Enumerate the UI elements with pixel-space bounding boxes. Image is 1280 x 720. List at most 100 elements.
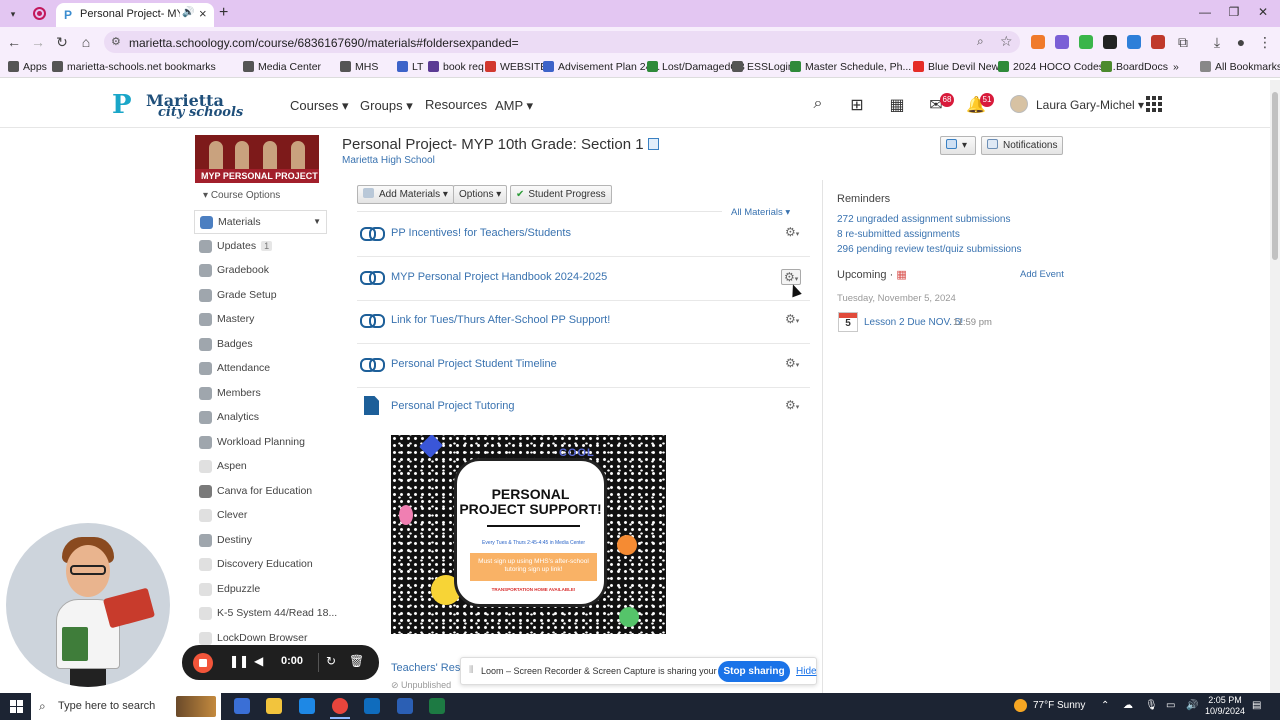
chevron-down-icon[interactable]: ▼ bbox=[313, 217, 321, 226]
back-icon[interactable]: ← bbox=[6, 34, 22, 50]
material-row[interactable]: PP Incentives! for Teachers/Students ⚙▾ bbox=[357, 213, 810, 257]
add-event-link[interactable]: Add Event bbox=[1020, 269, 1064, 280]
sidebar-item-workload-planning[interactable]: Workload Planning bbox=[194, 431, 327, 455]
url-field[interactable]: ⚙ marietta.schoology.com/course/68361676… bbox=[104, 31, 1020, 53]
browser-menu-icon[interactable]: ⋮ bbox=[1257, 34, 1273, 51]
windows-start-icon[interactable] bbox=[10, 700, 23, 713]
course-options-toggle[interactable]: ▾ Course Options bbox=[203, 190, 280, 201]
loom-camera-bubble[interactable] bbox=[6, 523, 170, 687]
more-bookmarks-icon[interactable]: » bbox=[1173, 61, 1179, 73]
home-icon[interactable]: ⌂ bbox=[78, 34, 94, 50]
profile-icon[interactable]: ● bbox=[1233, 34, 1249, 50]
microphone-icon[interactable]: 🎙 bbox=[1145, 700, 1158, 711]
bookmark-item[interactable]: MHS bbox=[340, 61, 378, 73]
layout-toggle-button[interactable]: ▾ bbox=[940, 136, 976, 155]
material-title-link[interactable]: Link for Tues/Thurs After-School PP Supp… bbox=[391, 314, 610, 326]
audio-playing-icon[interactable]: 🔊 bbox=[182, 7, 194, 18]
material-row[interactable]: Link for Tues/Thurs After-School PP Supp… bbox=[357, 300, 810, 344]
material-title-link[interactable]: Personal Project Student Timeline bbox=[391, 358, 557, 370]
gear-icon[interactable]: ⚙▾ bbox=[785, 225, 799, 239]
extension-icon[interactable] bbox=[1079, 35, 1093, 49]
bookmark-item[interactable]: Advisement Plan 24... bbox=[543, 61, 660, 73]
course-info-icon[interactable] bbox=[647, 138, 659, 150]
file-explorer-icon[interactable] bbox=[266, 698, 282, 714]
gear-icon[interactable]: ⚙▾ bbox=[785, 356, 799, 370]
bookmark-item[interactable]: Lost/DamagedCB bbox=[647, 61, 745, 73]
avatar[interactable] bbox=[1010, 95, 1028, 113]
tab-search-dropdown-icon[interactable]: ▾ bbox=[5, 6, 21, 22]
bookmark-item[interactable]: BoardDocs bbox=[1101, 61, 1168, 73]
sidebar-item-clever[interactable]: Clever bbox=[194, 504, 327, 528]
browser-tab-active[interactable]: P Personal Project- MYP 10th 🔊 × bbox=[56, 3, 214, 27]
bookmark-item[interactable]: marietta-schools.net bookmarks bbox=[52, 61, 216, 73]
stop-sharing-button[interactable]: Stop sharing bbox=[718, 661, 790, 682]
bookmark-star-icon[interactable]: ☆ bbox=[1000, 33, 1013, 50]
bookmark-item[interactable]: Master Schedule, Ph... bbox=[790, 61, 911, 73]
reminder-resubmitted[interactable]: 8 re-submitted assignments bbox=[837, 229, 960, 240]
weather-text[interactable]: 77°F Sunny bbox=[1033, 700, 1085, 711]
nav-amp[interactable]: AMP ▾ bbox=[495, 98, 533, 114]
calendar-icon[interactable]: ▦ bbox=[896, 269, 906, 281]
taskbar-clock[interactable]: 2:05 PM 10/9/2024 bbox=[1205, 695, 1245, 717]
personal-project-support-poster[interactable]: COOL PERSONAL PROJECT SUPPORT! Every Tue… bbox=[391, 435, 666, 634]
nav-courses[interactable]: Courses ▾ bbox=[290, 98, 349, 114]
battery-icon[interactable]: ▭ bbox=[1166, 700, 1175, 711]
material-row[interactable]: MYP Personal Project Handbook 2024-2025 ⚙… bbox=[357, 257, 810, 301]
notification-center-icon[interactable]: ▤ bbox=[1252, 700, 1261, 711]
user-menu[interactable]: Laura Gary-Michel ▾ bbox=[1036, 98, 1144, 112]
bookmark-item[interactable]: ESSLogin bbox=[732, 61, 794, 73]
event-title-link[interactable]: Lesson 2 Due NOV. 5! bbox=[864, 317, 963, 328]
nav-resources[interactable]: Resources bbox=[425, 97, 487, 112]
extension-icon[interactable] bbox=[1031, 35, 1045, 49]
sidebar-item-analytics[interactable]: Analytics bbox=[194, 406, 327, 430]
material-row[interactable]: Personal Project Student Timeline ⚙▾ bbox=[357, 344, 810, 388]
forward-icon[interactable]: → bbox=[30, 34, 46, 50]
onedrive-icon[interactable]: ☁ bbox=[1123, 700, 1133, 711]
reminder-ungraded[interactable]: 272 ungraded assignment submissions bbox=[837, 214, 1010, 225]
close-tab-icon[interactable]: × bbox=[199, 6, 207, 21]
search-icon[interactable]: ⌕ bbox=[808, 95, 828, 113]
sidebar-item-mastery[interactable]: Mastery bbox=[194, 308, 327, 332]
sidebar-item-badges[interactable]: Badges bbox=[194, 333, 327, 357]
sidebar-item-materials[interactable]: Materials ▼ bbox=[194, 210, 327, 234]
material-title-link[interactable]: PP Incentives! for Teachers/Students bbox=[391, 227, 571, 239]
bookmark-item[interactable]: Media Center bbox=[243, 61, 321, 73]
hide-banner-link[interactable]: Hide bbox=[796, 666, 817, 677]
delete-recording-icon[interactable]: 🗑 bbox=[349, 654, 364, 668]
sidebar-item-k-5-system-44-read-18[interactable]: K-5 System 44/Read 18... bbox=[194, 602, 337, 626]
edge-icon[interactable] bbox=[299, 698, 315, 714]
material-row[interactable]: Personal Project Tutoring ⚙▾ bbox=[357, 386, 810, 430]
teachers-resources-link[interactable]: Teachers' Reso bbox=[391, 662, 466, 674]
notifications-button[interactable]: Notifications bbox=[981, 136, 1064, 155]
sidebar-item-discovery-education[interactable]: Discovery Education bbox=[194, 553, 327, 577]
sidebar-item-edpuzzle[interactable]: Edpuzzle bbox=[194, 578, 327, 602]
extension-icon[interactable] bbox=[1103, 35, 1117, 49]
word-icon[interactable] bbox=[397, 698, 413, 714]
close-window-icon[interactable]: ✕ bbox=[1253, 5, 1273, 19]
extension-icon[interactable] bbox=[1151, 35, 1165, 49]
add-materials-button[interactable]: Add Materials ▾ bbox=[357, 185, 454, 204]
school-link[interactable]: Marietta High School bbox=[342, 155, 435, 166]
zoom-icon[interactable]: ⌕ bbox=[977, 34, 984, 49]
volume-icon[interactable]: 🔊 bbox=[1186, 700, 1198, 711]
pause-icon[interactable]: ❚❚ bbox=[229, 654, 249, 668]
outlook-icon[interactable] bbox=[364, 698, 380, 714]
drag-handle-icon[interactable]: ⦀ bbox=[469, 665, 473, 676]
reload-icon[interactable]: ↻ bbox=[54, 34, 70, 51]
sidebar-item-destiny[interactable]: Destiny bbox=[194, 529, 327, 553]
apps-icon[interactable]: ⊞ bbox=[847, 95, 867, 115]
options-button[interactable]: Options ▾ bbox=[453, 185, 508, 204]
task-view-icon[interactable] bbox=[234, 698, 250, 714]
sidebar-item-canva-for-education[interactable]: Canva for Education bbox=[194, 480, 327, 504]
bookmark-item[interactable]: 2024 HOCO Codes/... bbox=[998, 61, 1116, 73]
material-title-link[interactable]: Personal Project Tutoring bbox=[391, 400, 515, 412]
material-title-link[interactable]: MYP Personal Project Handbook 2024-2025 bbox=[391, 271, 607, 283]
bookmark-item[interactable]: LT bbox=[397, 61, 423, 73]
extensions-puzzle-icon[interactable]: ⧉ bbox=[1175, 34, 1191, 51]
taskbar-search[interactable]: ⌕ Type here to search bbox=[31, 693, 221, 720]
calendar-icon[interactable]: ▦ bbox=[887, 95, 907, 115]
extension-icon[interactable] bbox=[1127, 35, 1141, 49]
gear-icon[interactable]: ⚙▾ bbox=[785, 312, 799, 326]
marietta-logo-icon[interactable]: P bbox=[112, 92, 134, 118]
all-bookmarks[interactable]: All Bookmarks bbox=[1200, 61, 1280, 73]
